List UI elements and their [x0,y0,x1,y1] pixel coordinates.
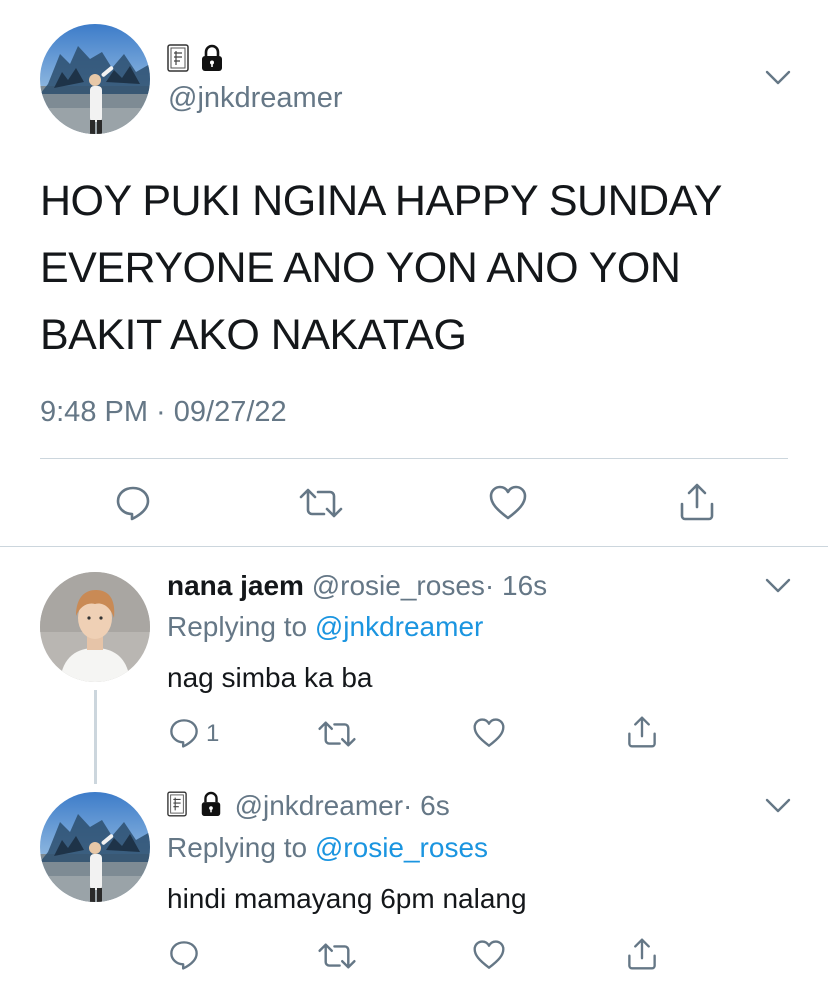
share-icon[interactable] [626,937,658,976]
replying-to-handle[interactable]: @rosie_roses [315,832,488,863]
chevron-down-icon[interactable] [764,796,792,816]
avatar[interactable] [40,792,150,902]
author-handle[interactable]: @jnkdreamer [168,82,343,115]
reply-icon[interactable] [114,484,152,527]
author-name[interactable]: nana jaem [167,570,304,601]
heart-icon[interactable] [472,717,506,754]
reply-text: nag simba ka ba [167,662,373,693]
retweet-icon[interactable] [317,719,357,754]
divider [40,458,788,459]
display-name [167,44,225,74]
share-icon[interactable] [626,715,658,754]
reply-count: 1 [206,720,220,747]
reply-header: @jnkdreamer· 6s [167,790,450,824]
tweet-text-line: BAKIT AKO NAKATAG [40,311,467,359]
lock-icon [199,791,223,824]
heart-icon[interactable] [488,484,528,527]
tweet-text-line: EVERYONE ANO YON ANO YON [40,244,681,292]
tweet-text-line: HOY PUKI NGINA HAPPY SUNDAY [40,177,722,225]
avatar[interactable] [40,572,150,682]
divider [0,546,828,547]
tweet-time[interactable]: · 6s [403,790,450,821]
reply-text: hindi mamayang 6pm nalang [167,883,527,914]
tweet-timestamp[interactable]: 9:48 PM · 09/27/22 [40,396,287,429]
replying-to-label: Replying to [167,611,308,642]
reply-header: nana jaem @rosie_roses· 16s [167,570,547,602]
author-handle[interactable]: @jnkdreamer [235,790,403,821]
chevron-down-icon[interactable] [764,68,792,88]
chevron-down-icon[interactable] [764,576,792,596]
retweet-icon[interactable] [298,486,344,525]
replying-to-label: Replying to [167,832,308,863]
author-handle[interactable]: @rosie_roses [312,570,485,601]
replying-to: Replying to @jnkdreamer [167,611,483,643]
playing-card-icon [167,44,189,77]
tweet-time[interactable]: · 16s [485,570,547,601]
retweet-icon[interactable] [317,941,357,976]
share-icon[interactable] [678,482,716,527]
replying-to-handle[interactable]: @jnkdreamer [315,611,483,642]
playing-card-icon [167,791,187,824]
lock-icon [199,44,225,77]
reply-icon[interactable] [168,717,200,754]
heart-icon[interactable] [472,939,506,976]
replying-to: Replying to @rosie_roses [167,832,488,864]
tweet-text: HOY PUKI NGINA HAPPY SUNDAY EVERYONE ANO… [40,168,722,369]
reply-icon[interactable] [168,939,200,976]
avatar[interactable] [40,24,150,134]
thread-line [94,690,97,784]
